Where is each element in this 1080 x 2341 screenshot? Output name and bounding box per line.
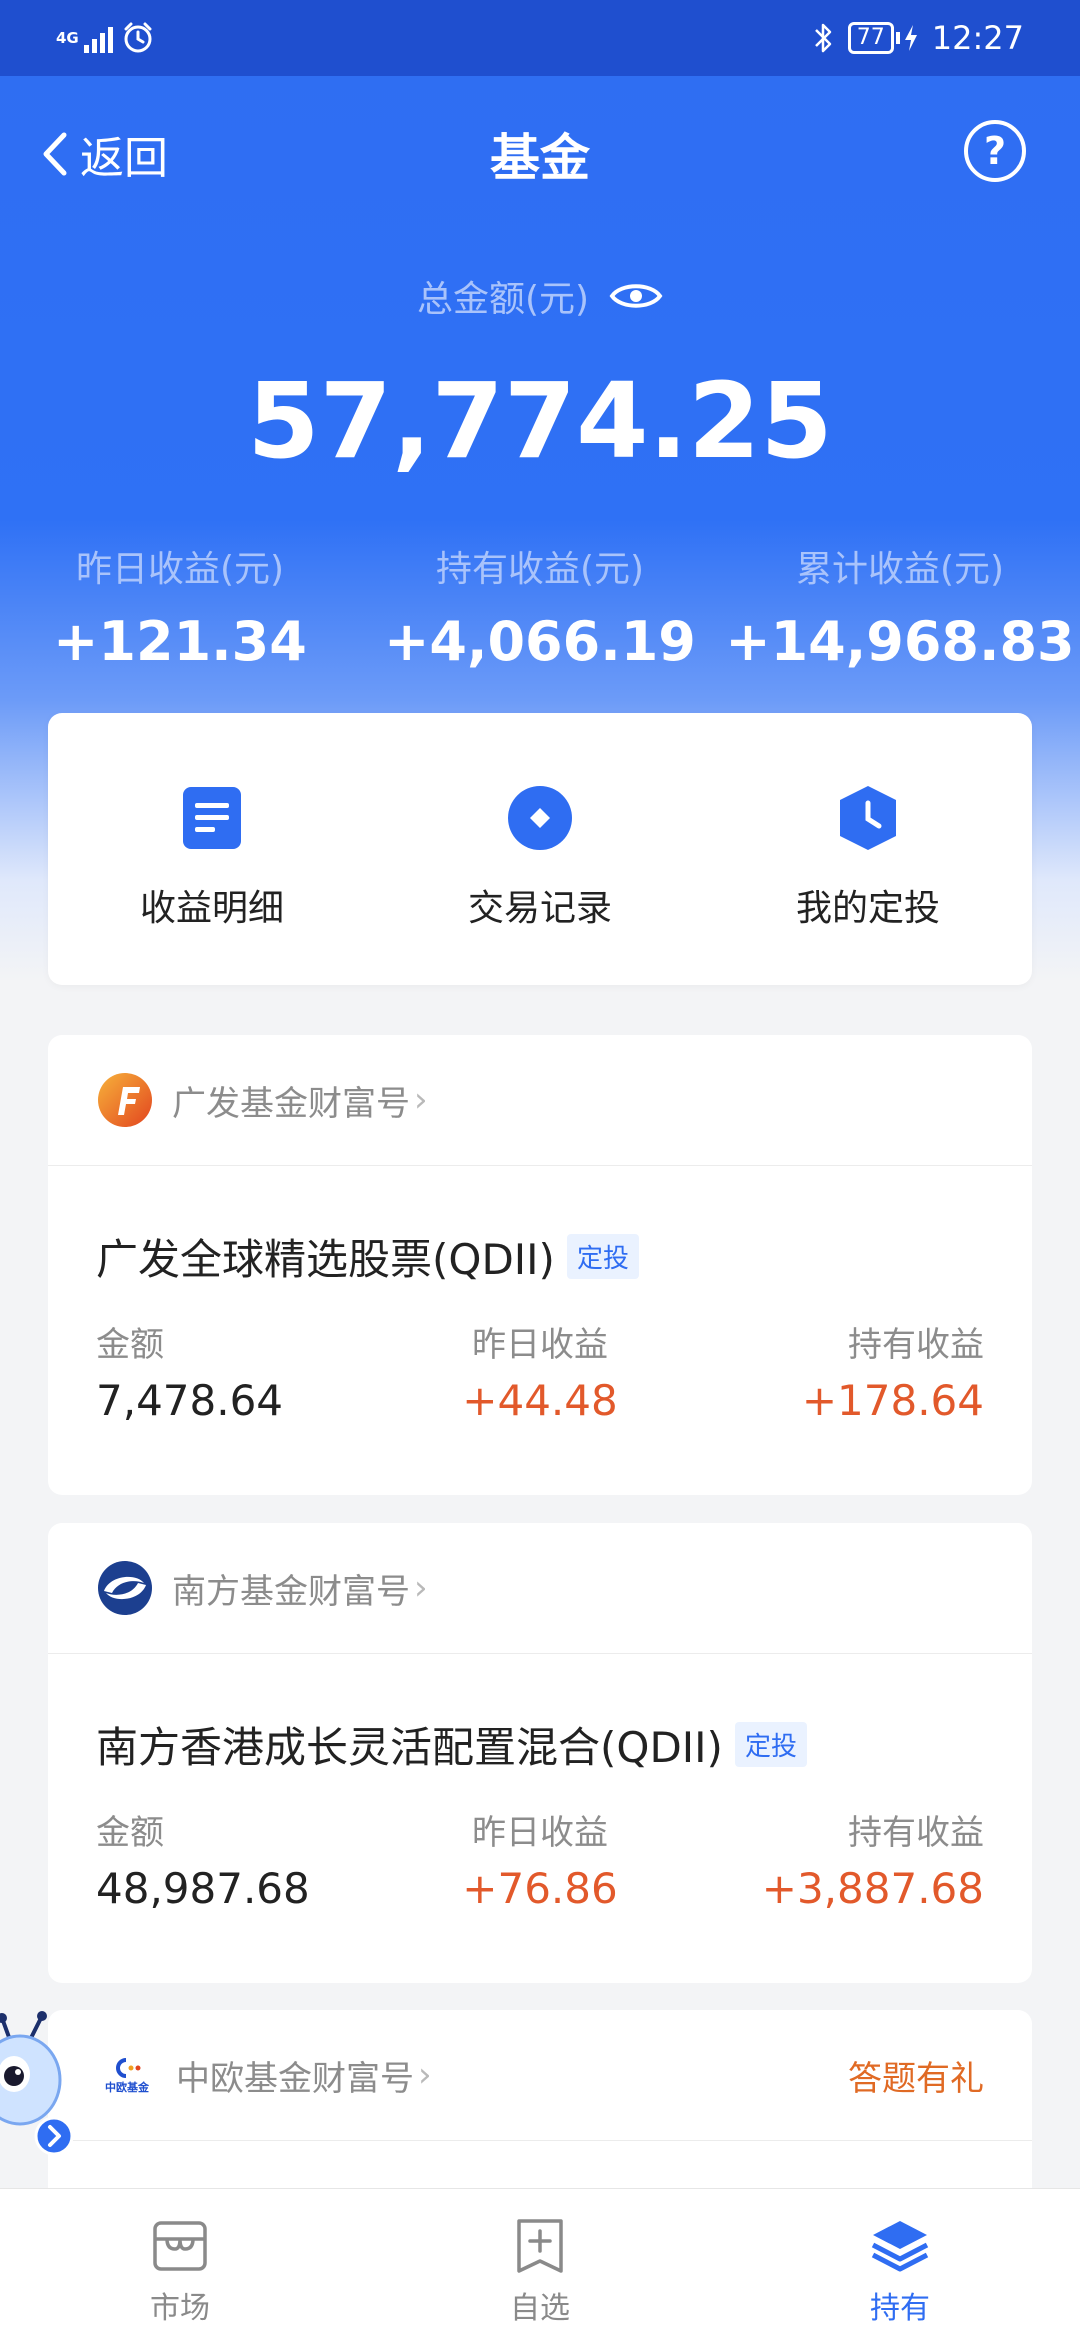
- chevron-right-icon: ›: [414, 1568, 428, 1608]
- holding-label: 持有收益: [848, 1325, 984, 1365]
- clock-shield-icon: [840, 786, 896, 850]
- bottom-tab-bar: 市场 自选 持有: [0, 2188, 1080, 2341]
- fund-provider-name: 广发基金财富号: [172, 1083, 410, 1124]
- status-bar: 4G 77 12:27: [0, 0, 1080, 76]
- fund-provider-row[interactable]: 中欧基金 中欧基金财富号 › 答题有礼: [48, 2010, 1032, 2141]
- chevron-right-icon: ›: [414, 1080, 428, 1120]
- quiz-reward-link[interactable]: 答题有礼: [848, 2051, 984, 2100]
- holding-value: +178.64: [801, 1376, 984, 1425]
- yesterday-column: 昨日收益 +44.48: [393, 1317, 686, 1425]
- amount-label: 金额: [96, 1813, 164, 1853]
- eye-icon[interactable]: [609, 279, 663, 313]
- stat-yesterday: 昨日收益(元) +121.34: [0, 540, 360, 673]
- fund-provider-row[interactable]: 广发基金财富号 ›: [48, 1035, 1032, 1166]
- stat-value: +14,968.83: [725, 610, 1075, 673]
- stat-label: 累计收益(元): [795, 549, 1005, 590]
- charging-icon: [904, 25, 917, 51]
- tab-market[interactable]: 市场: [0, 2189, 360, 2341]
- tab-label: 市场: [150, 2291, 210, 2326]
- fund-provider-row[interactable]: 南方基金财富号 ›: [48, 1523, 1032, 1654]
- top-navigation: 返回 基金 ?: [0, 76, 1080, 226]
- chevron-right-icon: ›: [418, 2055, 432, 2095]
- total-amount-label-row: 总金额(元): [0, 270, 1080, 322]
- zhongou-logo-text: 中欧基金: [105, 2081, 149, 2094]
- fund-figures: 金额 7,478.64 昨日收益 +44.48 持有收益 +178.64: [96, 1317, 984, 1425]
- add-bookmark-icon: [517, 2219, 563, 2273]
- fund-card[interactable]: 南方基金财富号 › 南方香港成长灵活配置混合(QDII) 定投 金额 48,98…: [48, 1523, 1032, 1983]
- holding-label: 持有收益: [848, 1813, 984, 1853]
- help-button[interactable]: ?: [964, 120, 1026, 182]
- alarm-icon: [124, 22, 152, 53]
- stat-label: 昨日收益(元): [75, 549, 285, 590]
- status-left: 4G: [56, 16, 155, 60]
- layers-icon: [871, 2221, 929, 2272]
- earnings-stats: 昨日收益(元) +121.34 持有收益(元) +4,066.19 累计收益(元…: [0, 540, 1080, 673]
- stat-value: +121.34: [53, 610, 307, 673]
- fund-name-row: 南方香港成长灵活配置混合(QDII) 定投: [96, 1714, 984, 1775]
- stat-cumulative: 累计收益(元) +14,968.83: [720, 540, 1080, 673]
- stat-value: +4,066.19: [384, 610, 696, 673]
- amount-value: 48,987.68: [96, 1864, 310, 1913]
- quick-action-label: 收益明细: [139, 888, 284, 929]
- zhongou-logo-mark-icon: [116, 2058, 141, 2078]
- income-detail-button[interactable]: 收益明细: [48, 713, 376, 985]
- zhongou-fund-logo: 中欧基金: [96, 2057, 158, 2093]
- quick-actions-card: 收益明细 交易记录 我的定投: [48, 713, 1032, 985]
- stat-label: 持有收益(元): [435, 549, 645, 590]
- battery-level: 77: [847, 22, 894, 54]
- fund-name-row: 广发全球精选股票(QDII) 定投: [96, 1226, 984, 1287]
- tab-holdings[interactable]: 持有: [720, 2189, 1080, 2341]
- my-auto-invest-button[interactable]: 我的定投: [704, 713, 1032, 985]
- fund-card[interactable]: 广发基金财富号 › 广发全球精选股票(QDII) 定投 金额 7,478.64 …: [48, 1035, 1032, 1495]
- holding-column: 持有收益 +178.64: [691, 1317, 984, 1425]
- network-type: 4G: [56, 29, 79, 47]
- total-amount-value: 57,774.25: [247, 360, 833, 482]
- fund-provider-name: 中欧基金财富号: [176, 2058, 414, 2099]
- document-icon: [183, 787, 241, 849]
- auto-invest-tag: 定投: [734, 1722, 807, 1767]
- fund-name: 南方香港成长灵活配置混合(QDII): [96, 1723, 723, 1772]
- auto-invest-tag: 定投: [566, 1234, 639, 1279]
- battery-icon: 77: [847, 22, 918, 54]
- fund-details: 南方香港成长灵活配置混合(QDII) 定投 金额 48,987.68 昨日收益 …: [48, 1654, 1032, 1913]
- diamond-circle-icon: [508, 786, 572, 850]
- holding-column: 持有收益 +3,887.68: [691, 1805, 984, 1913]
- status-right: 77 12:27: [812, 16, 1024, 60]
- gf-fund-logo-icon: [98, 1073, 152, 1127]
- yesterday-value: +44.48: [462, 1376, 618, 1425]
- fund-details: 广发全球精选股票(QDII) 定投 金额 7,478.64 昨日收益 +44.4…: [48, 1166, 1032, 1425]
- tab-label: 自选: [510, 2291, 570, 2326]
- clock: 12:27: [931, 19, 1024, 57]
- bluetooth-icon: [814, 23, 832, 53]
- amount-label: 金额: [96, 1325, 164, 1365]
- tab-watchlist[interactable]: 自选: [360, 2189, 720, 2341]
- fund-card[interactable]: 中欧基金 中欧基金财富号 › 答题有礼: [48, 2010, 1032, 2210]
- yesterday-label: 昨日收益: [472, 1813, 608, 1853]
- fund-provider-name: 南方基金财富号: [172, 1571, 410, 1612]
- fund-name: 广发全球精选股票(QDII): [96, 1235, 555, 1284]
- total-amount-label: 总金额(元): [416, 279, 590, 320]
- amount-column: 金额 48,987.68: [96, 1805, 389, 1913]
- yesterday-column: 昨日收益 +76.86: [393, 1805, 686, 1913]
- fund-figures: 金额 48,987.68 昨日收益 +76.86 持有收益 +3,887.68: [96, 1805, 984, 1913]
- holding-value: +3,887.68: [761, 1864, 984, 1913]
- yesterday-value: +76.86: [462, 1864, 618, 1913]
- quick-action-label: 我的定投: [795, 888, 940, 929]
- storefront-icon: [153, 2221, 207, 2271]
- stat-holding: 持有收益(元) +4,066.19: [360, 540, 720, 673]
- signal-icon: [84, 23, 113, 53]
- amount-value: 7,478.64: [96, 1376, 284, 1425]
- quick-action-label: 交易记录: [467, 888, 612, 929]
- amount-column: 金额 7,478.64: [96, 1317, 389, 1425]
- floating-mascot-button[interactable]: [0, 2010, 80, 2160]
- southern-fund-logo-icon: [98, 1561, 152, 1615]
- tab-label: 持有: [870, 2291, 930, 2326]
- yesterday-label: 昨日收益: [472, 1325, 608, 1365]
- page-title: 基金: [490, 129, 590, 187]
- mascot-icon: [0, 2011, 74, 2156]
- transaction-records-button[interactable]: 交易记录: [376, 713, 704, 985]
